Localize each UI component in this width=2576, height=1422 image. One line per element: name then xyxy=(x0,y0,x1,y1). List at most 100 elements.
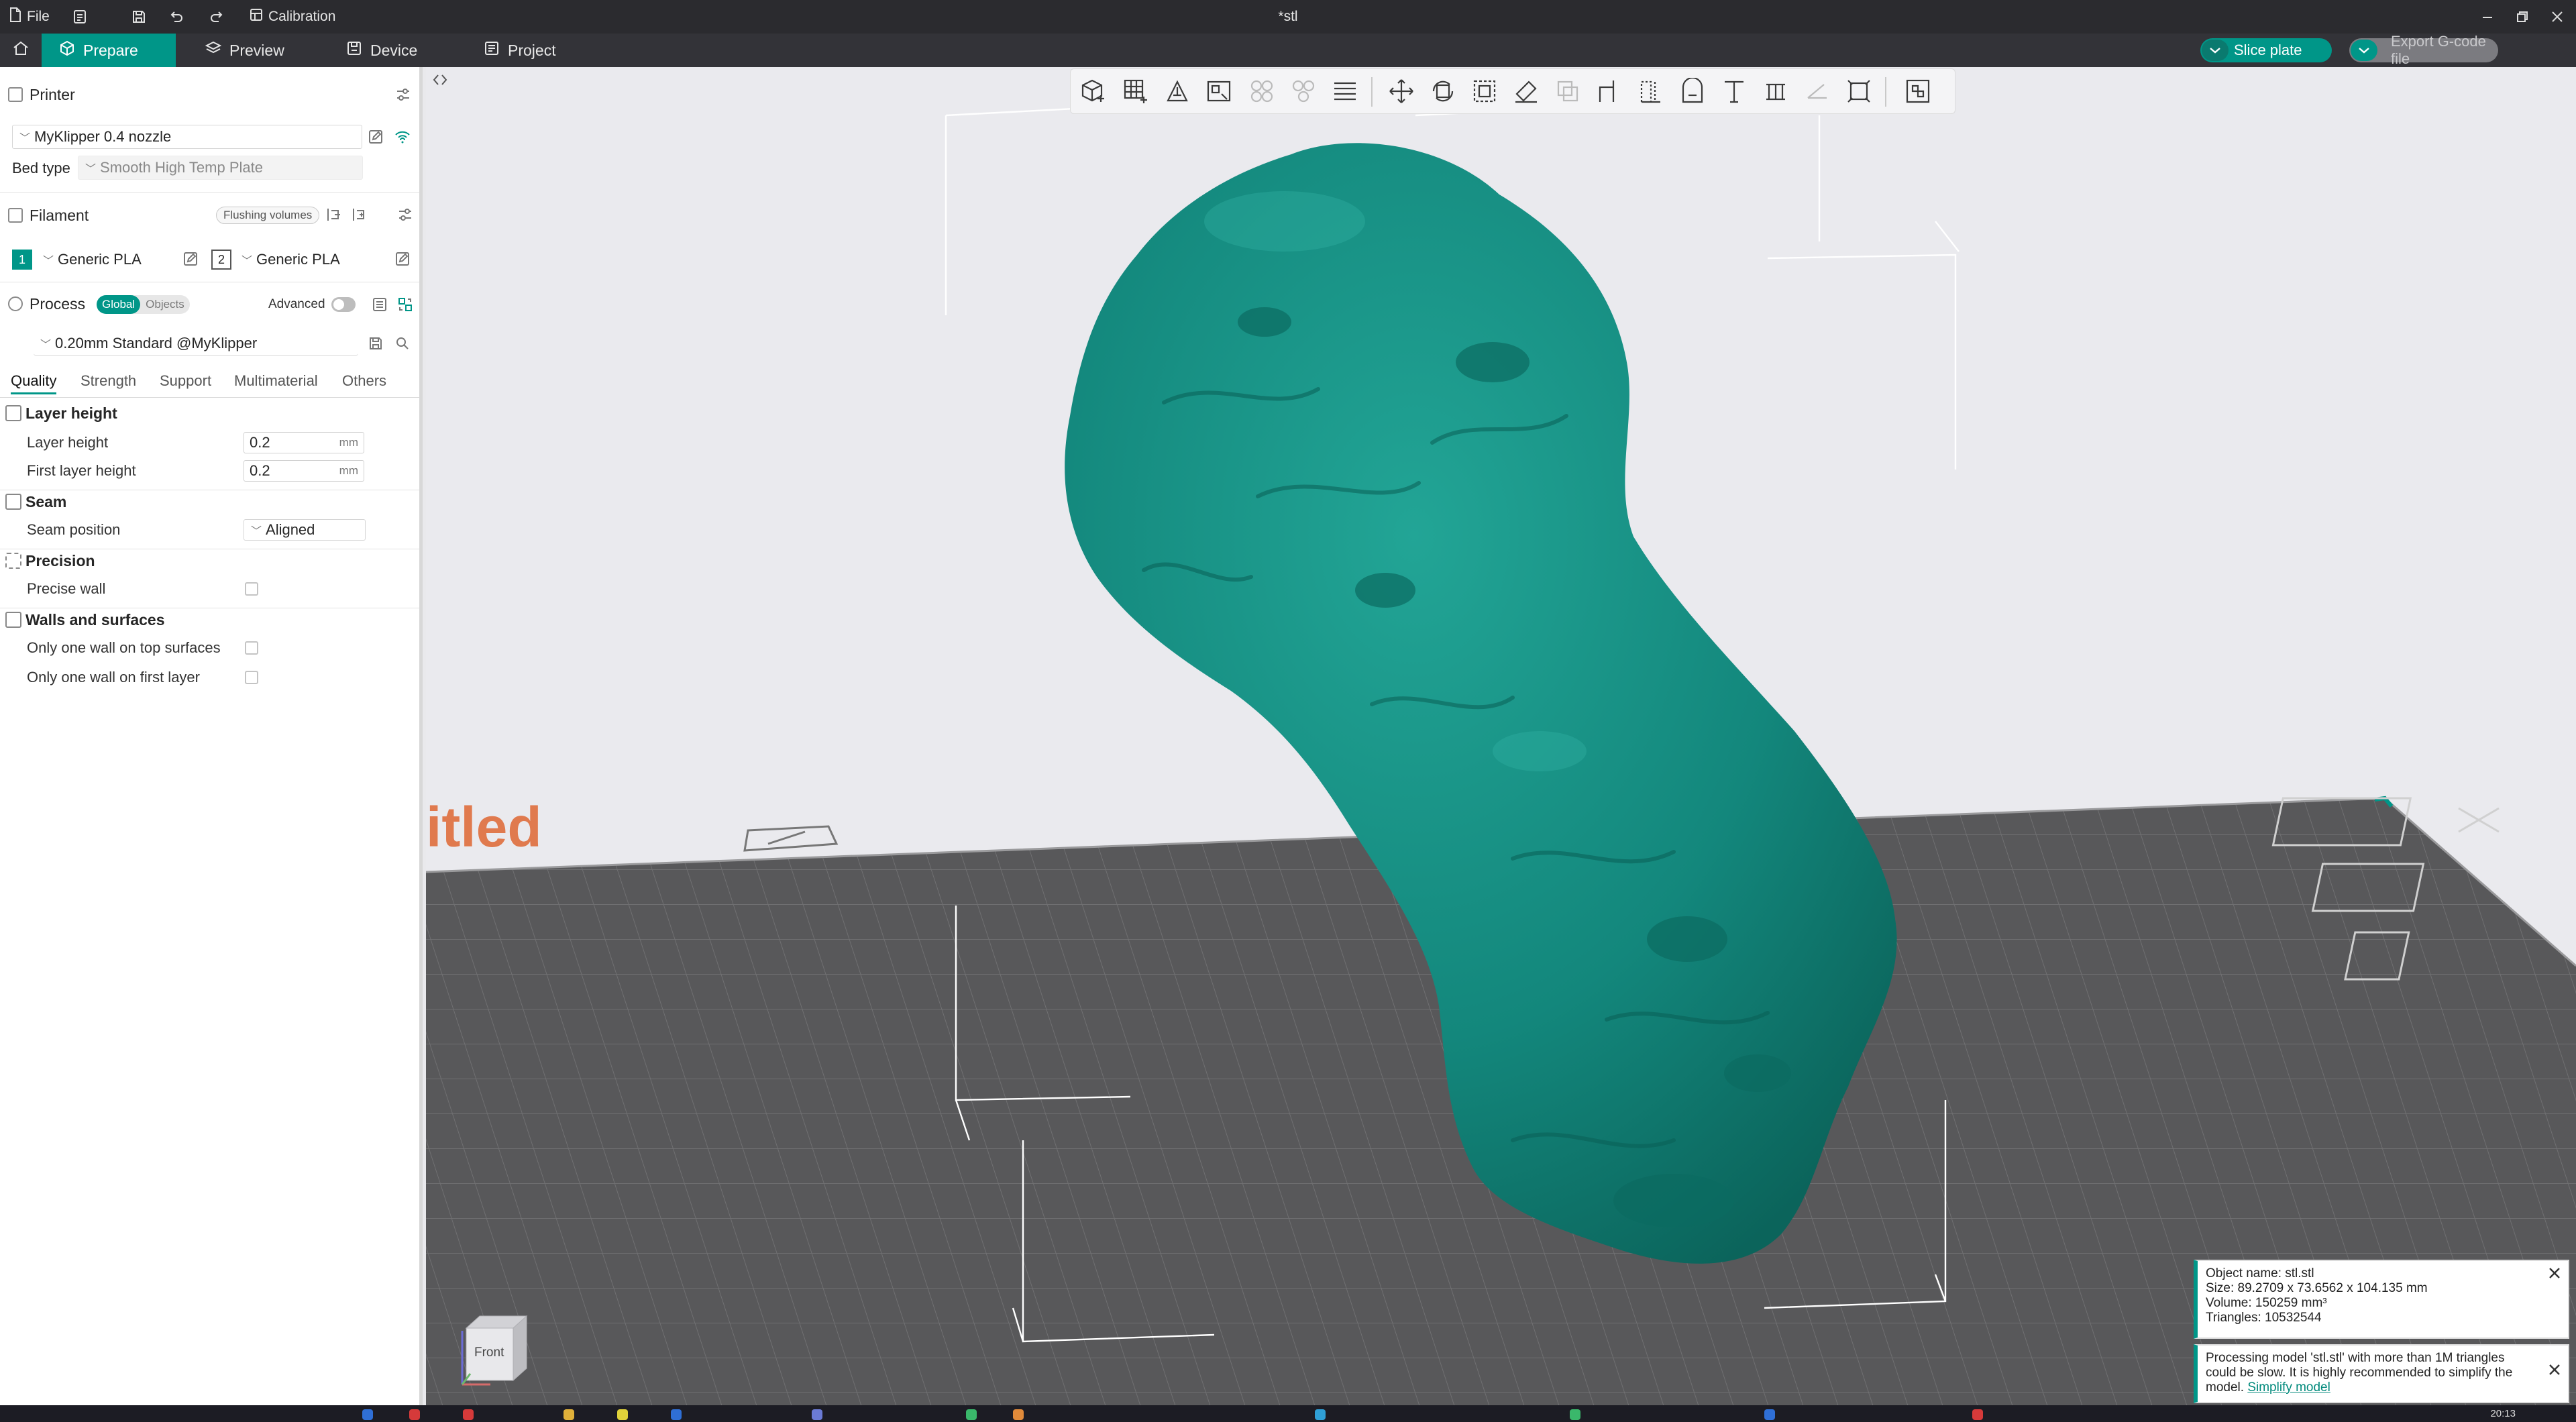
taskbar-app-icon[interactable] xyxy=(362,1409,373,1420)
toolbar-separator xyxy=(1371,77,1373,107)
export-gcode-label: Export G-code file xyxy=(2391,33,2486,67)
undo-icon[interactable] xyxy=(169,0,184,34)
taskbar-app-icon[interactable] xyxy=(1013,1409,1024,1420)
split-objects-icon[interactable] xyxy=(1246,76,1277,107)
file-menu[interactable]: File xyxy=(9,0,50,34)
layer-height-input[interactable]: 0.2 mm xyxy=(244,432,364,453)
edit-filament-2-icon[interactable] xyxy=(393,250,412,268)
process-scope-toggle[interactable]: Global Objects xyxy=(97,295,190,314)
first-layer-height-input[interactable]: 0.2 mm xyxy=(244,460,364,482)
variable-layer-icon[interactable] xyxy=(1635,76,1666,107)
slice-dropdown-icon[interactable] xyxy=(2202,40,2229,61)
rotate-icon[interactable] xyxy=(1428,76,1458,107)
taskbar-app-icon[interactable] xyxy=(463,1409,474,1420)
filament-slot-2-badge[interactable]: 2 xyxy=(211,250,231,270)
add-filament-icon[interactable] xyxy=(350,205,369,224)
taskbar-app-icon[interactable] xyxy=(966,1409,977,1420)
tab-preview[interactable]: Preview xyxy=(188,34,302,67)
view-cube[interactable]: Front xyxy=(453,1301,533,1388)
arrange-icon[interactable] xyxy=(1203,76,1234,107)
one-wall-first-checkbox[interactable] xyxy=(245,671,258,684)
taskbar-app-icon[interactable] xyxy=(671,1409,682,1420)
wifi-icon[interactable] xyxy=(393,127,412,146)
add-plate-icon[interactable] xyxy=(1120,76,1151,107)
search-icon[interactable] xyxy=(393,334,412,353)
split-parts-icon[interactable] xyxy=(1288,76,1319,107)
subtab-strength[interactable]: Strength xyxy=(80,372,136,390)
3d-viewport[interactable]: itled Front xyxy=(426,67,2576,1405)
home-button[interactable] xyxy=(0,34,42,67)
taskbar-app-icon[interactable] xyxy=(1764,1409,1775,1420)
close-window-icon[interactable] xyxy=(2538,0,2576,34)
simplify-model-link[interactable]: Simplify model xyxy=(2247,1380,2330,1394)
one-wall-top-checkbox[interactable] xyxy=(245,641,258,655)
process-compare-icon[interactable] xyxy=(396,295,415,314)
taskbar-app-icon[interactable] xyxy=(1570,1409,1580,1420)
explode-view-icon[interactable] xyxy=(1902,76,1933,107)
collapse-sidebar-icon[interactable] xyxy=(430,70,450,90)
menu-icon[interactable] xyxy=(72,0,87,34)
tab-prepare[interactable]: Prepare xyxy=(42,34,176,67)
flushing-volumes-button[interactable]: Flushing volumes xyxy=(216,207,320,224)
subtab-multimaterial[interactable]: Multimaterial xyxy=(234,372,318,390)
auto-orient-icon[interactable] xyxy=(1162,76,1193,107)
redo-icon[interactable] xyxy=(209,0,224,34)
edit-printer-icon[interactable] xyxy=(366,127,385,146)
restore-icon[interactable] xyxy=(2504,0,2541,34)
minimize-icon[interactable] xyxy=(2469,0,2506,34)
seam-position-select[interactable]: ﹀ Aligned xyxy=(244,519,366,541)
cut-icon[interactable] xyxy=(1594,76,1625,107)
close-icon[interactable] xyxy=(2546,1362,2563,1378)
assembly-icon[interactable] xyxy=(1843,76,1874,107)
advanced-toggle[interactable] xyxy=(331,297,356,312)
process-list-icon[interactable] xyxy=(370,295,389,314)
move-icon[interactable] xyxy=(1386,76,1417,107)
taskbar-app-icon[interactable] xyxy=(564,1409,574,1420)
boolean-icon[interactable] xyxy=(1552,76,1583,107)
edit-filament-1-icon[interactable] xyxy=(181,250,200,268)
printer-select[interactable]: ﹀ MyKlipper 0.4 nozzle xyxy=(12,125,362,149)
scale-icon[interactable] xyxy=(1469,76,1500,107)
tab-project[interactable]: Project xyxy=(466,34,574,67)
measure-icon[interactable] xyxy=(1802,76,1833,107)
calibration-menu[interactable]: Calibration xyxy=(250,0,335,34)
tab-device[interactable]: Device xyxy=(329,34,435,67)
filament-slot-1-select[interactable]: ﹀ Generic PLA xyxy=(36,248,177,272)
remove-filament-icon[interactable] xyxy=(325,205,343,224)
process-profile-select[interactable]: ﹀ 0.20mm Standard @MyKlipper xyxy=(34,331,358,356)
export-dropdown-icon[interactable] xyxy=(2351,40,2377,61)
slice-plate-button[interactable]: Slice plate xyxy=(2200,38,2332,62)
subtab-support[interactable]: Support xyxy=(160,372,211,390)
taskbar-app-icon[interactable] xyxy=(1972,1409,1983,1420)
lay-on-face-icon[interactable] xyxy=(1511,76,1542,107)
precise-wall-label: Precise wall xyxy=(27,580,106,597)
text-icon[interactable] xyxy=(1719,76,1750,107)
printer-settings-icon[interactable] xyxy=(394,85,413,104)
subtab-others[interactable]: Others xyxy=(342,372,386,390)
support-painting-icon[interactable] xyxy=(1760,76,1791,107)
objects-segment[interactable]: Objects xyxy=(140,295,190,314)
save-profile-icon[interactable] xyxy=(366,334,385,353)
taskbar-app-icon[interactable] xyxy=(409,1409,420,1420)
close-icon[interactable] xyxy=(2546,1265,2563,1281)
taskbar-app-icon[interactable] xyxy=(1315,1409,1326,1420)
add-object-icon[interactable] xyxy=(1079,76,1110,107)
taskbar-app-icon[interactable] xyxy=(812,1409,822,1420)
plate-edit-icon[interactable] xyxy=(743,825,839,852)
calibration-icon xyxy=(250,8,263,25)
printer-name: MyKlipper 0.4 nozzle xyxy=(34,128,172,145)
save-icon[interactable] xyxy=(131,0,146,34)
bed-type-select[interactable]: ﹀ Smooth High Temp Plate xyxy=(78,156,363,180)
precise-wall-checkbox[interactable] xyxy=(245,582,258,596)
taskbar-app-icon[interactable] xyxy=(617,1409,628,1420)
filament-slot-1-badge[interactable]: 1 xyxy=(12,250,32,270)
filament-settings-icon[interactable] xyxy=(396,205,415,224)
seam-painting-icon[interactable] xyxy=(1677,76,1708,107)
export-gcode-button[interactable]: Export G-code file xyxy=(2349,33,2498,67)
slicer-app: File Calibration *stl Prepare Preview De… xyxy=(0,0,2576,1422)
subtab-quality[interactable]: Quality xyxy=(11,372,57,394)
global-segment[interactable]: Global xyxy=(97,295,141,314)
filament-slot-2-select[interactable]: ﹀ Generic PLA xyxy=(235,248,389,272)
layers-editing-icon[interactable] xyxy=(1330,76,1360,107)
object-volume: Volume: 150259 mm³ xyxy=(2206,1296,2327,1310)
